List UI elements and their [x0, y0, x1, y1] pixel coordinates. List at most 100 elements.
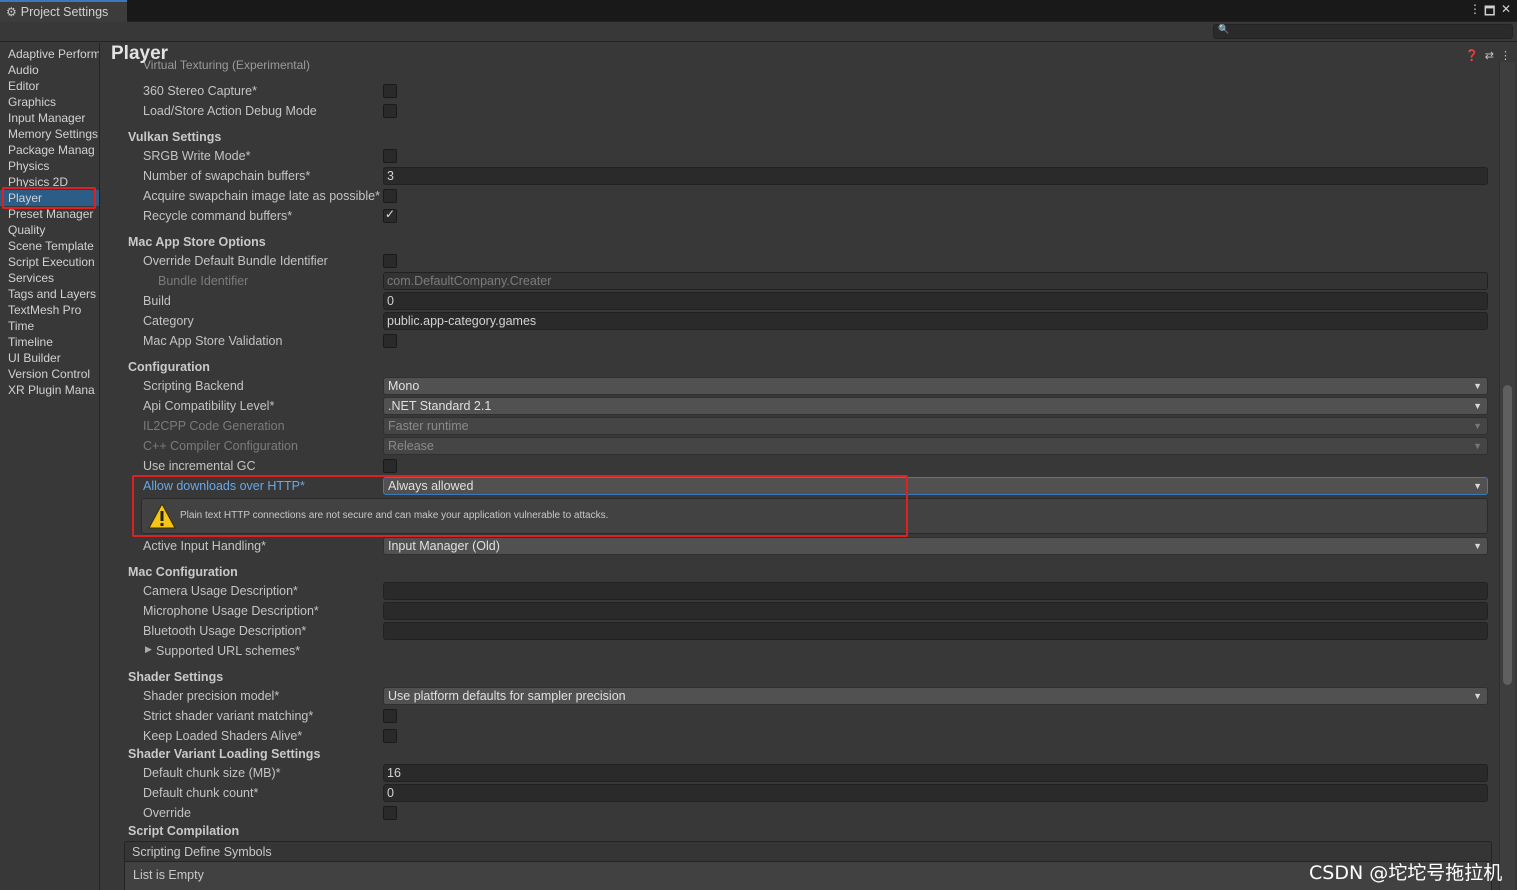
maximize-icon[interactable]: 🗖 — [1484, 2, 1495, 23]
label: Recycle command buffers* — [143, 209, 293, 223]
label: Api Compatibility Level* — [143, 399, 275, 413]
main-panel: Virtual Texturing (Experimental) Player … — [101, 43, 1517, 890]
label: Camera Usage Description* — [143, 584, 298, 598]
sidebar-item-physics[interactable]: Physics — [0, 158, 99, 174]
tab-bar: ⚙ Project Settings ⋮ 🗖 ✕ — [0, 0, 1517, 22]
category-field[interactable]: public.app-category.games — [383, 312, 1488, 330]
checkbox-checked[interactable] — [383, 207, 397, 223]
http-highlight-box — [132, 475, 908, 537]
section-shader-variant-loading: Shader Variant Loading Settings — [128, 747, 321, 761]
sidebar-item-graphics[interactable]: Graphics — [0, 94, 99, 110]
value: Mono — [388, 379, 420, 393]
label: Override Default Bundle Identifier — [143, 254, 328, 268]
sidebar-item-tags-and-layers[interactable]: Tags and Layers — [0, 286, 99, 302]
row-store-validation: Mac App Store Validation — [101, 331, 1496, 351]
chunk-size-field[interactable]: 16 — [383, 764, 1488, 782]
sidebar-item-audio[interactable]: Audio — [0, 62, 99, 78]
chevron-down-icon: ▼ — [1473, 481, 1482, 491]
camera-usage-field[interactable] — [383, 582, 1488, 600]
checkbox[interactable] — [383, 104, 397, 118]
define-symbols-header[interactable]: Scripting Define Symbols — [124, 841, 1492, 861]
help-icon[interactable]: ❓ — [1465, 50, 1479, 62]
label: Bluetooth Usage Description* — [143, 624, 307, 638]
checkbox[interactable] — [383, 254, 397, 268]
chunk-count-field[interactable]: 0 — [383, 784, 1488, 802]
input-handling-dropdown[interactable]: Input Manager (Old) ▼ — [383, 537, 1488, 555]
chevron-down-icon: ▼ — [1473, 421, 1482, 431]
checkbox[interactable] — [383, 729, 397, 743]
title-icons: ❓ ⇄ ⋮ — [1459, 49, 1511, 62]
section-script-compilation: Script Compilation — [128, 824, 240, 838]
section-shader-settings: Shader Settings — [128, 670, 224, 684]
tab-title: Project Settings — [20, 5, 109, 19]
foldout-arrow-icon[interactable]: ▶ — [145, 644, 152, 655]
row-chunk-count: Default chunk count* 0 — [101, 783, 1496, 803]
sidebar-item-package-manager[interactable]: Package Manag — [0, 142, 99, 158]
row-shader-precision: Shader precision model* Use platform def… — [101, 686, 1496, 706]
close-icon[interactable]: ✕ — [1501, 2, 1511, 16]
api-compat-dropdown[interactable]: .NET Standard 2.1 ▼ — [383, 397, 1488, 415]
label: Keep Loaded Shaders Alive* — [143, 729, 303, 743]
sidebar-item-textmesh-pro[interactable]: TextMesh Pro — [0, 302, 99, 318]
search-input[interactable]: 🔍 — [1213, 24, 1513, 39]
sidebar-item-memory-settings[interactable]: Memory Settings — [0, 126, 99, 142]
sidebar-item-script-execution[interactable]: Script Execution — [0, 254, 99, 270]
build-field[interactable]: 0 — [383, 292, 1488, 310]
shader-precision-dropdown[interactable]: Use platform defaults for sampler precis… — [383, 687, 1488, 705]
checkbox[interactable] — [383, 334, 397, 348]
label: Mac App Store Validation — [143, 334, 283, 348]
sidebar-item-adaptive-performance[interactable]: Adaptive Perform — [0, 46, 99, 62]
vertical-scrollbar[interactable] — [1499, 62, 1515, 890]
checkbox[interactable] — [383, 84, 397, 98]
checkbox[interactable] — [383, 709, 397, 723]
row-url-schemes[interactable]: ▶ Supported URL schemes* — [101, 641, 1496, 661]
search-row: 🔍 — [0, 22, 1517, 42]
label: Microphone Usage Description* — [143, 604, 319, 618]
label: Shader precision model* — [143, 689, 280, 703]
sidebar: Adaptive Perform Audio Editor Graphics I… — [0, 43, 100, 890]
scrollbar-thumb[interactable] — [1503, 385, 1512, 685]
define-symbols-label: Scripting Define Symbols — [132, 845, 272, 859]
bt-usage-field[interactable] — [383, 622, 1488, 640]
label: Build — [143, 294, 171, 308]
mic-usage-field[interactable] — [383, 602, 1488, 620]
sidebar-item-input-manager[interactable]: Input Manager — [0, 110, 99, 126]
sidebar-item-services[interactable]: Services — [0, 270, 99, 286]
swapchain-buffers-field[interactable]: 3 — [383, 167, 1488, 185]
row-input-handling: Active Input Handling* Input Manager (Ol… — [101, 536, 1496, 556]
chevron-down-icon: ▼ — [1473, 401, 1482, 411]
sidebar-item-xr-plugin-management[interactable]: XR Plugin Mana — [0, 382, 99, 398]
label: Scripting Backend — [143, 379, 244, 393]
scripting-backend-dropdown[interactable]: Mono ▼ — [383, 377, 1488, 395]
sidebar-item-version-control[interactable]: Version Control — [0, 366, 99, 382]
sidebar-item-editor[interactable]: Editor — [0, 78, 99, 94]
tab-project-settings[interactable]: ⚙ Project Settings — [0, 0, 127, 22]
row-keep-shaders: Keep Loaded Shaders Alive* — [101, 726, 1496, 746]
define-symbols-list: List is Empty — [124, 861, 1492, 890]
sidebar-item-ui-builder[interactable]: UI Builder — [0, 350, 99, 366]
label: Strict shader variant matching* — [143, 709, 314, 723]
sidebar-item-time[interactable]: Time — [0, 318, 99, 334]
checkbox[interactable] — [383, 806, 397, 820]
menu-icon[interactable]: ⋮ — [1500, 50, 1511, 62]
more-options-icon[interactable]: ⋮ — [1469, 2, 1481, 16]
row-override: Override — [101, 803, 1496, 823]
label: SRGB Write Mode* — [143, 149, 251, 163]
value: .NET Standard 2.1 — [388, 399, 492, 413]
sidebar-item-quality[interactable]: Quality — [0, 222, 99, 238]
checkbox[interactable] — [383, 149, 397, 163]
checkbox[interactable] — [383, 189, 397, 203]
row-chunk-size: Default chunk size (MB)* 16 — [101, 763, 1496, 783]
label: Category — [143, 314, 194, 328]
checkbox[interactable] — [383, 459, 397, 473]
label: Active Input Handling* — [143, 539, 266, 553]
label: 360 Stereo Capture* — [143, 84, 257, 98]
search-icon: 🔍 — [1218, 24, 1230, 34]
preset-icon[interactable]: ⇄ — [1485, 50, 1494, 62]
label: Acquire swapchain image late as possible… — [143, 189, 380, 203]
label: Use incremental GC — [143, 459, 256, 473]
chevron-down-icon: ▼ — [1473, 691, 1482, 701]
sidebar-item-scene-template[interactable]: Scene Template — [0, 238, 99, 254]
sidebar-item-timeline[interactable]: Timeline — [0, 334, 99, 350]
row-acquire-late: Acquire swapchain image late as possible… — [101, 186, 1496, 206]
